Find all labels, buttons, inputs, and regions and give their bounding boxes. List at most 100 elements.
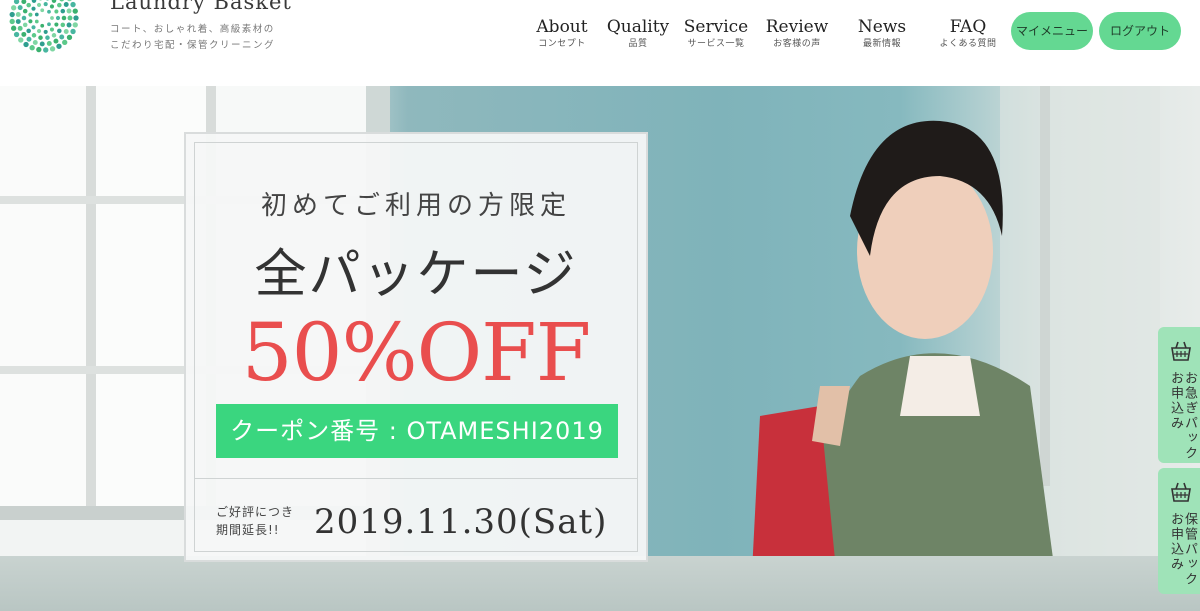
- nav-news[interactable]: News 最新情報: [853, 17, 911, 51]
- logo-dot: [34, 19, 39, 24]
- nav-review-label: Review: [765, 17, 829, 37]
- logo-dot: [13, 31, 20, 38]
- storage-pack-label: 保管パック お申込み: [1168, 512, 1197, 587]
- logo-dot: [9, 18, 15, 25]
- logo-dot: [47, 22, 51, 27]
- logo-dot: [28, 19, 33, 24]
- logo-dot: [67, 0, 72, 2]
- logo-dot: [57, 2, 62, 8]
- tagline-line-2: こだわり宅配・保管クリーニング: [110, 40, 276, 51]
- nav-quality-label: Quality: [606, 17, 670, 37]
- logo-text[interactable]: Laundry Basket: [110, 0, 292, 14]
- logo-dot: [54, 22, 59, 27]
- logo-dot: [40, 23, 45, 28]
- promo-end-date: 2019.11.30(Sat): [314, 502, 608, 542]
- nav-faq[interactable]: FAQ よくある質問: [932, 17, 1004, 51]
- logo-dot: [13, 0, 20, 5]
- logo-dot: [47, 9, 51, 14]
- logo-dot: [56, 43, 62, 49]
- logo-dot: [66, 34, 73, 41]
- logo-dot: [36, 29, 42, 34]
- logo-dot: [28, 12, 33, 17]
- logo-dot: [17, 5, 23, 11]
- coupon-code-banner: クーポン番号 : OTAMESHI2019: [216, 404, 618, 458]
- logo-dot: [15, 11, 21, 17]
- logo-dot: [43, 2, 48, 7]
- logo-dot: [9, 11, 15, 18]
- logo-dot: [31, 33, 37, 38]
- nav-about-label: About: [536, 17, 588, 37]
- mymenu-button[interactable]: マイメニュー: [1011, 12, 1093, 50]
- floor-strip: [0, 556, 1200, 611]
- logo-dot: [60, 22, 66, 28]
- storage-pack-tab[interactable]: 保管パック お申込み: [1158, 468, 1200, 594]
- basket-icon: [1171, 482, 1191, 502]
- logo-dot: [31, 25, 36, 30]
- promo-divider: [194, 478, 638, 479]
- logo-dot: [17, 25, 23, 31]
- tagline-line-1: コート、おしゃれ着、高級素材の: [110, 24, 275, 35]
- logo-dot: [57, 28, 62, 34]
- nav-service-sub: サービス一覧: [687, 39, 745, 49]
- express-pack-tab[interactable]: お急ぎパック お申込み: [1158, 327, 1200, 463]
- nav-about[interactable]: About コンセプト: [525, 17, 599, 51]
- logo-dot: [34, 12, 39, 17]
- nav-quality-sub: 品質: [628, 39, 648, 49]
- logout-button[interactable]: ログアウト: [1099, 12, 1181, 50]
- logo-dot: [61, 15, 67, 21]
- logo-dot: [26, 36, 32, 42]
- logo-dot: [51, 33, 57, 38]
- promo-discount: 50%OFF: [241, 306, 591, 399]
- promo-extension-line-2: 期間延長!!: [216, 523, 280, 537]
- nav-about-sub: コンセプト: [538, 39, 586, 49]
- nav-service[interactable]: Service サービス一覧: [680, 17, 752, 51]
- promo-card[interactable]: 初めてご利用の方限定 全パッケージ 50%OFF クーポン番号 : OTAMES…: [184, 132, 648, 562]
- logo-dot: [63, 29, 69, 34]
- logo-dot: [36, 2, 42, 7]
- model-figure: [750, 86, 1160, 611]
- logo-dots-icon[interactable]: [4, 0, 84, 54]
- main-nav: About コンセプト Quality 品質 Service サービス一覧 Re…: [520, 17, 1010, 57]
- promo-lead: 初めてご利用の方限定: [260, 191, 571, 221]
- logo-dot: [31, 0, 37, 3]
- logo-dot: [26, 2, 31, 8]
- logo-dot: [38, 35, 43, 40]
- site-header: Laundry Basket コート、おしゃれ着、高級素材の こだわり宅配・保管…: [0, 0, 1200, 86]
- logo-dot: [66, 8, 72, 14]
- logo-dot: [72, 22, 78, 28]
- logo-dot: [22, 8, 28, 14]
- logo-dot: [70, 28, 76, 35]
- nav-review[interactable]: Review お客様の声: [762, 17, 832, 51]
- logo-dot: [54, 9, 59, 14]
- logo-dot: [50, 16, 54, 20]
- logo-dot: [39, 0, 43, 1]
- logo-dot: [21, 31, 27, 37]
- logo-dot: [60, 8, 66, 14]
- logo-dot: [43, 47, 49, 53]
- tagline: コート、おしゃれ着、高級素材の こだわり宅配・保管クリーニング: [110, 22, 275, 54]
- logo-dot: [66, 22, 72, 28]
- logo-dot: [51, 0, 57, 3]
- logo-dot: [59, 34, 65, 40]
- basket-icon: [1171, 341, 1191, 361]
- logo-dot: [26, 28, 31, 34]
- nav-service-label: Service: [683, 17, 749, 37]
- logo-dot: [11, 25, 17, 31]
- logo-dot: [63, 2, 69, 7]
- logo-dot: [45, 35, 50, 40]
- logo-dot: [43, 29, 48, 34]
- nav-news-sub: 最新情報: [862, 39, 901, 49]
- logo-dot: [15, 19, 21, 25]
- logo-dot: [11, 5, 17, 11]
- nav-faq-sub: よくある質問: [939, 39, 997, 49]
- logo-dot: [49, 4, 55, 9]
- logo-dot: [53, 38, 59, 44]
- logo-dot: [31, 6, 36, 11]
- hero-banner[interactable]: 初めてご利用の方限定 全パッケージ 50%OFF クーポン番号 : OTAMES…: [0, 86, 1200, 611]
- logo-dot: [40, 8, 45, 13]
- logo-dot: [49, 46, 56, 52]
- logo-dot: [32, 40, 38, 45]
- logo-dot: [21, 15, 27, 21]
- nav-quality[interactable]: Quality 品質: [604, 17, 672, 51]
- nav-news-label: News: [857, 17, 907, 37]
